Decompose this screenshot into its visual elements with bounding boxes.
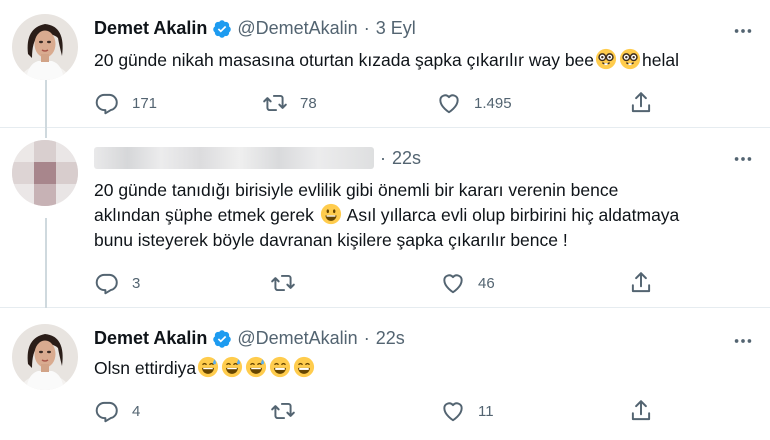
avatar[interactable] <box>12 14 78 80</box>
author-handle[interactable]: @DemetAkalin <box>237 328 357 349</box>
nerd-face-emoji <box>595 48 617 70</box>
retweet-icon <box>270 398 296 424</box>
retweet-count: 78 <box>300 94 317 112</box>
tweet-timestamp[interactable]: 22s <box>376 328 405 349</box>
avatar[interactable] <box>12 140 78 206</box>
share-icon <box>628 398 654 424</box>
tweet-actions: 4 11 <box>94 398 654 424</box>
reply-button[interactable]: 3 <box>94 270 140 296</box>
grin-emoji <box>293 356 315 378</box>
tweet-text: 20 günde tanıdığı birisiyle evlilik gibi… <box>94 178 754 253</box>
author-handle[interactable]: @DemetAkalin <box>237 18 357 39</box>
reply-count: 171 <box>132 94 158 112</box>
tweet-text-line: aklından şüphe etmek gerek <box>94 205 314 225</box>
like-count: 46 <box>478 274 495 292</box>
tweet-text-line-group: aklından şüphe etmek gerek Asıl yıllarca… <box>94 203 754 228</box>
verified-badge-icon <box>212 329 232 349</box>
grin-emoji <box>269 356 291 378</box>
retweet-icon <box>262 90 288 116</box>
more-options-icon[interactable] <box>732 20 754 42</box>
thread-line <box>45 218 47 308</box>
tweet-text: Olsn ettirdiya <box>94 356 754 381</box>
reply-button[interactable]: 4 <box>94 398 140 424</box>
sweat-smile-emoji <box>245 356 267 378</box>
thread-line <box>45 80 47 128</box>
profile-photo-icon <box>12 324 78 390</box>
tweet-header: Demet Akalin @DemetAkalin · 3 Eyl <box>94 18 416 39</box>
tweet-header: · 22s <box>94 147 421 169</box>
grinning-face-emoji <box>320 203 342 225</box>
tweet-text-main: Olsn ettirdiya <box>94 358 197 378</box>
author-name[interactable]: Demet Akalin <box>94 328 207 349</box>
heart-icon <box>436 90 462 116</box>
tweet-actions: 3 46 <box>94 270 654 296</box>
profile-photo-icon <box>12 14 78 80</box>
like-count: 1.495 <box>474 94 512 112</box>
tweet-1[interactable]: Demet Akalin @DemetAkalin · 3 Eyl 20 gün… <box>0 0 770 128</box>
retweet-button[interactable]: 78 <box>262 90 317 116</box>
sweat-smile-emoji <box>197 356 219 378</box>
blurred-author-name[interactable] <box>94 147 374 169</box>
retweet-button[interactable] <box>270 398 308 424</box>
heart-icon <box>440 270 466 296</box>
share-button[interactable] <box>628 398 666 424</box>
tweet-actions: 171 78 1.495 <box>94 90 654 116</box>
verified-badge-icon <box>212 19 232 39</box>
nerd-face-emoji <box>619 48 641 70</box>
reply-icon <box>94 398 120 424</box>
tweet-3[interactable]: Demet Akalin @DemetAkalin · 22s Olsn ett… <box>0 308 770 440</box>
reply-button[interactable]: 171 <box>94 90 157 116</box>
separator-dot: · <box>363 18 370 38</box>
avatar[interactable] <box>12 324 78 390</box>
like-button[interactable]: 1.495 <box>436 90 512 116</box>
tweet-text-end: helal <box>642 50 679 70</box>
tweet-text-line: Asıl yıllarca evli olup birbirini hiç al… <box>346 205 680 225</box>
tweet-text-line: 20 günde tanıdığı birisiyle evlilik gibi… <box>94 180 619 200</box>
tweet-timestamp[interactable]: 3 Eyl <box>376 18 416 39</box>
like-button[interactable]: 46 <box>440 270 495 296</box>
share-icon <box>628 270 654 296</box>
tweet-timestamp[interactable]: 22s <box>392 148 421 169</box>
heart-icon <box>440 398 466 424</box>
like-button[interactable]: 11 <box>440 398 494 424</box>
reply-icon <box>94 90 120 116</box>
reply-icon <box>94 270 120 296</box>
separator-dot: · <box>363 328 370 348</box>
thread-line <box>45 128 47 138</box>
reply-count: 4 <box>132 402 141 420</box>
tweet-text-line: bunu isteyerek böyle davranan kişilere ş… <box>94 230 568 250</box>
share-button[interactable] <box>628 90 666 116</box>
tweet-text-main: 20 günde nikah masasına oturtan kızada ş… <box>94 50 595 70</box>
share-icon <box>628 90 654 116</box>
more-options-icon[interactable] <box>732 330 754 352</box>
blurred-profile-photo-icon <box>12 140 78 206</box>
author-name[interactable]: Demet Akalin <box>94 18 207 39</box>
like-count: 11 <box>478 402 494 420</box>
tweet-2[interactable]: · 22s 20 günde tanıdığı birisiyle evlili… <box>0 128 770 308</box>
separator-dot: · <box>380 147 386 168</box>
more-options-icon[interactable] <box>732 148 754 170</box>
retweet-button[interactable] <box>270 270 308 296</box>
sweat-smile-emoji <box>221 356 243 378</box>
share-button[interactable] <box>628 270 666 296</box>
tweet-header: Demet Akalin @DemetAkalin · 22s <box>94 328 405 349</box>
reply-count: 3 <box>132 274 141 292</box>
tweet-text: 20 günde nikah masasına oturtan kızada ş… <box>94 48 754 73</box>
retweet-icon <box>270 270 296 296</box>
